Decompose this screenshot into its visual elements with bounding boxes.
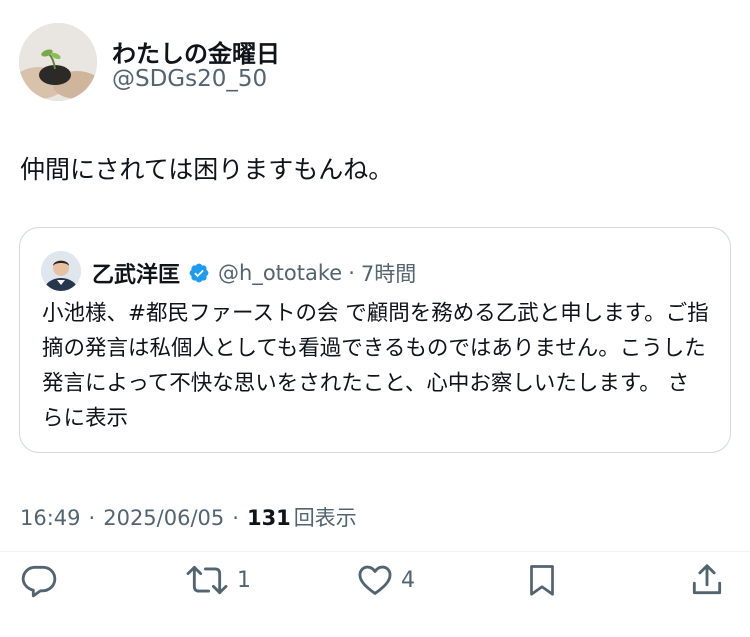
quoted-tweet-card[interactable]: 乙武洋匡 @h_ototake · 7時間 小池様、#都民ファーストの会 で顧問…	[19, 227, 731, 453]
tweet-date[interactable]: 2025/06/05	[103, 506, 224, 530]
person-avatar-icon	[41, 251, 81, 291]
repost-count: 1	[237, 567, 251, 593]
repost-button[interactable]: 1	[183, 560, 251, 600]
author-name[interactable]: わたしの金曜日	[112, 34, 280, 69]
share-button[interactable]	[688, 560, 726, 600]
views-label: 回表示	[293, 506, 357, 530]
quoted-author-avatar[interactable]	[41, 251, 81, 291]
repost-icon	[186, 565, 228, 595]
heart-icon	[358, 565, 392, 595]
tweet-text: 仲間にされては困りますもんね。	[20, 155, 394, 184]
quoted-tweet-time[interactable]: 7時間	[361, 258, 416, 288]
quoted-author-name[interactable]: 乙武洋匡	[92, 257, 180, 289]
bookmark-icon	[530, 565, 554, 596]
tweet-time[interactable]: 16:49	[20, 506, 81, 530]
quoted-author-handle[interactable]: @h_ototake	[218, 261, 342, 285]
separator-dot: ·	[348, 261, 355, 285]
verified-badge-icon	[188, 262, 210, 284]
hands-holding-seedling-avatar	[19, 23, 97, 101]
like-button[interactable]: 4	[355, 560, 415, 600]
quoted-tweet-body: 小池様、#都民ファーストの会 で顧問を務める乙武と申します。ご指摘の発言は私個人…	[42, 301, 709, 396]
bookmark-button[interactable]	[524, 560, 560, 600]
like-count: 4	[401, 567, 415, 593]
tweet-meta: 16:49 · 2025/06/05 · 131 回表示	[20, 502, 357, 532]
divider	[0, 551, 750, 552]
reply-icon	[21, 565, 57, 598]
author-handle[interactable]: @SDGs20_50	[112, 66, 267, 92]
views-count: 131	[246, 506, 291, 530]
separator-dot: ·	[232, 506, 239, 530]
separator-dot: ·	[88, 506, 96, 530]
author-avatar[interactable]	[19, 23, 97, 101]
reply-button[interactable]	[20, 560, 58, 600]
quoted-tweet-text: 小池様、#都民ファーストの会 で顧問を務める乙武と申します。ご指摘の発言は私個人…	[42, 296, 710, 436]
share-icon	[692, 564, 722, 595]
